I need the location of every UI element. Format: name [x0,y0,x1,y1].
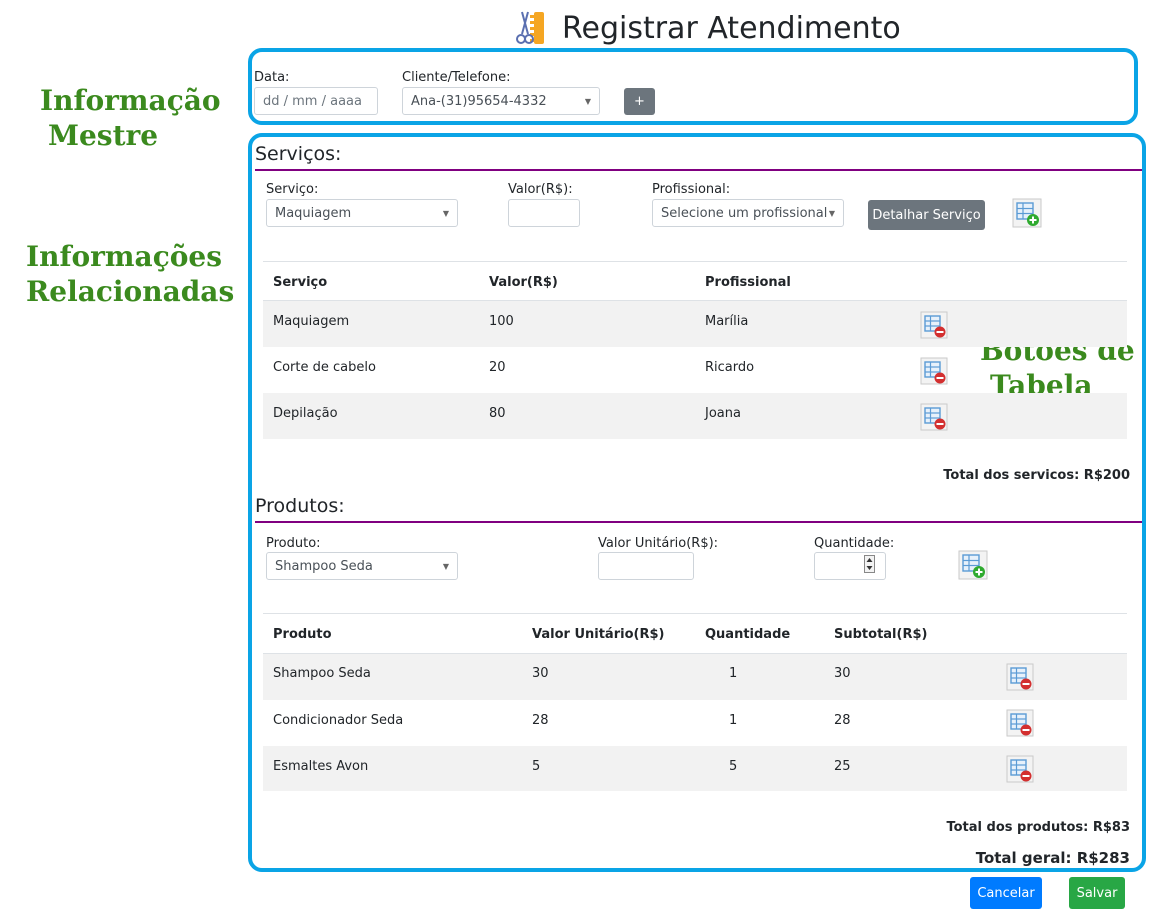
cancel-button[interactable]: Cancelar [970,877,1042,909]
services-row3-service: Depilação [273,406,338,421]
chevron-down-icon: ▼ [442,561,449,571]
save-button[interactable]: Salvar [1069,877,1125,909]
add-client-button[interactable]: + [624,88,655,115]
quantity-stepper[interactable] [814,552,886,580]
date-input[interactable]: dd / mm / aaaa [254,87,378,115]
products-row2-unit: 28 [532,713,549,728]
products-row1-subtotal: 30 [834,666,851,681]
date-placeholder: dd / mm / aaaa [263,93,362,109]
products-row1-unit: 30 [532,666,549,681]
product-select[interactable]: Shampoo Seda ▼ [266,552,458,580]
services-row1-service: Maquiagem [273,314,350,329]
products-section-divider [255,521,1142,523]
products-total: Total dos produtos: R$83 [946,820,1130,835]
unit-value-label: Valor Unitário(R$): [598,536,719,551]
products-row3-subtotal: 25 [834,759,851,774]
detail-service-button[interactable]: Detalhar Serviço [868,200,985,230]
page-title: Registrar Atendimento [562,10,901,46]
add-row-icon[interactable] [1012,198,1042,232]
products-row2-subtotal: 28 [834,713,851,728]
services-section-divider [255,169,1142,171]
chevron-down-icon: ▼ [442,208,449,218]
products-table-top-border [263,613,1127,614]
services-row2-service: Corte de cabelo [273,360,376,375]
remove-row-icon[interactable] [1006,709,1034,741]
spinner-arrows-icon[interactable] [864,555,875,577]
professional-label: Profissional: [652,182,731,197]
services-header-value: Valor(R$) [489,275,558,290]
table-row [263,746,1127,791]
service-select-value: Maquiagem [275,205,352,221]
services-row2-value: 20 [489,360,506,375]
services-header-service: Serviço [273,275,328,290]
products-row3-product: Esmaltes Avon [273,759,369,774]
grand-total: Total geral: R$283 [975,849,1130,867]
table-row [263,654,1127,700]
products-row1-qty: 1 [729,666,738,681]
table-row [263,393,1127,439]
service-label: Serviço: [266,182,319,197]
add-row-icon[interactable] [958,550,988,584]
page-header: Registrar Atendimento [516,8,901,48]
product-select-value: Shampoo Seda [275,558,373,574]
products-header-quantity: Quantidade [705,627,791,642]
services-row2-professional: Ricardo [705,360,755,375]
table-row [263,301,1127,347]
products-row2-product: Condicionador Seda [273,713,404,728]
services-row3-professional: Joana [705,406,741,421]
products-row3-unit: 5 [532,759,541,774]
service-value-input[interactable] [508,199,580,227]
services-row3-value: 80 [489,406,506,421]
unit-value-input[interactable] [598,552,694,580]
services-total: Total dos servicos: R$200 [943,468,1130,483]
product-label: Produto: [266,536,321,551]
professional-select-value: Selecione um profissional [661,205,828,221]
service-select[interactable]: Maquiagem ▼ [266,199,458,227]
remove-row-icon[interactable] [1006,755,1034,787]
client-select[interactable]: Ana-(31)95654-4332 ▼ [402,87,600,115]
salon-scissors-comb-icon [516,10,550,46]
professional-select[interactable]: Selecione um profissional ▼ [652,199,844,227]
client-label: Cliente/Telefone: [402,70,511,85]
client-select-value: Ana-(31)95654-4332 [411,93,547,109]
quantity-label: Quantidade: [814,536,895,551]
products-section-title: Produtos: [255,495,345,517]
remove-row-icon[interactable] [1006,663,1034,695]
remove-row-icon[interactable] [920,357,948,389]
chevron-down-icon: ▼ [828,208,835,218]
products-row1-product: Shampoo Seda [273,666,371,681]
annotation-master-line2: Mestre [48,119,159,152]
services-header-professional: Profissional [705,275,791,290]
annotation-related-line2: Relacionadas [26,275,235,308]
products-row2-qty: 1 [729,713,738,728]
services-row1-value: 100 [489,314,514,329]
services-row1-professional: Marília [705,314,749,329]
chevron-down-icon: ▼ [584,96,591,106]
master-panel [248,48,1138,125]
remove-row-icon[interactable] [920,311,948,343]
products-header-product: Produto [273,627,332,642]
products-header-unit-value: Valor Unitário(R$) [532,627,665,642]
products-header-subtotal: Subtotal(R$) [834,627,928,642]
service-value-label: Valor(R$): [508,182,573,197]
annotation-master-line1: Informação [40,84,221,117]
services-table-top-border [263,261,1127,262]
date-label: Data: [254,70,290,85]
annotation-related-line1: Informações [26,240,222,273]
remove-row-icon[interactable] [920,403,948,435]
services-section-title: Serviços: [255,143,342,165]
products-row3-qty: 5 [729,759,738,774]
